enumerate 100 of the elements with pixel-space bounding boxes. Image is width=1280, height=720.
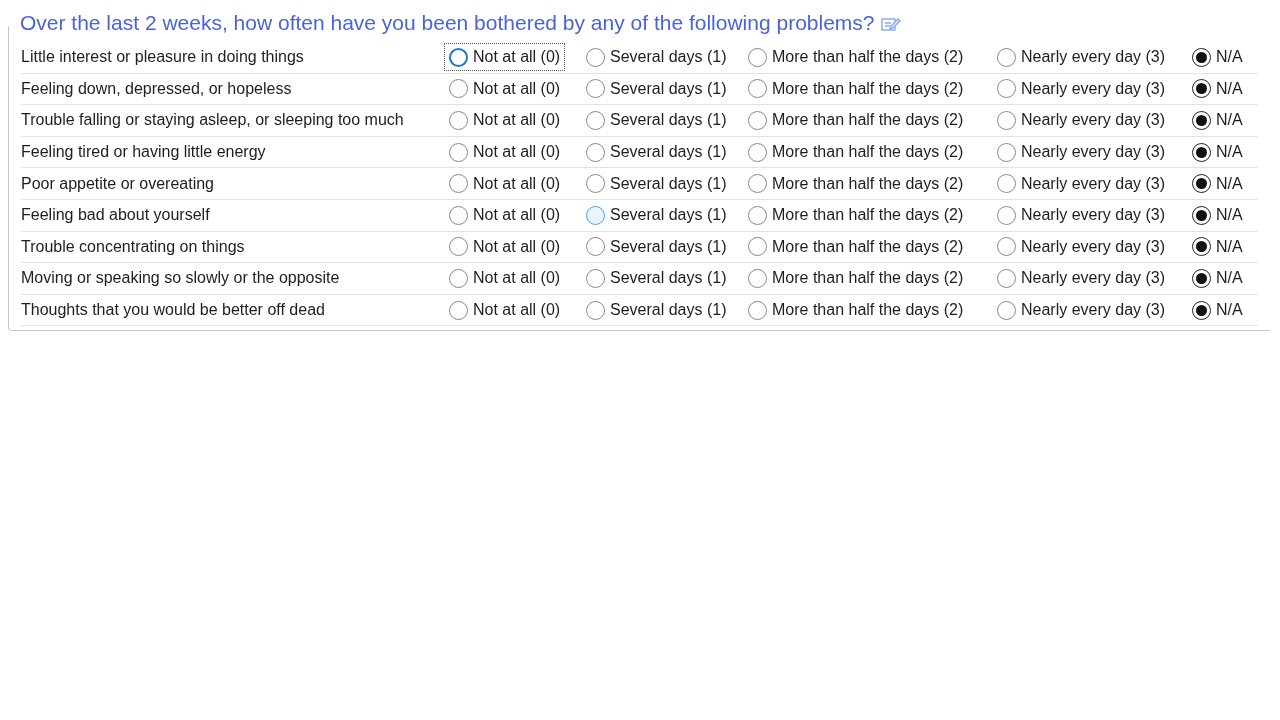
radio-option[interactable]: Nearly every day (3) [993, 107, 1170, 134]
radio-button-icon[interactable] [1192, 79, 1211, 99]
radio-option[interactable]: Nearly every day (3) [993, 44, 1170, 71]
radio-button-icon[interactable] [748, 268, 767, 288]
question-text: Thoughts that you would be better off dead [21, 300, 326, 321]
radio-button-icon[interactable] [586, 47, 605, 67]
question-text: Feeling down, depressed, or hopeless [21, 78, 293, 99]
radio-option[interactable]: Not at all (0) [445, 44, 565, 71]
radio-option[interactable]: Not at all (0) [445, 265, 565, 292]
radio-option[interactable]: N/A [1188, 44, 1247, 71]
radio-button-icon[interactable] [1192, 47, 1211, 67]
radio-option[interactable]: Not at all (0) [445, 75, 565, 102]
radio-button-icon[interactable] [586, 174, 605, 194]
question-text: Feeling bad about yourself [21, 205, 211, 226]
radio-button-icon[interactable] [449, 142, 468, 162]
radio-button-icon[interactable] [748, 142, 767, 162]
radio-option[interactable]: Nearly every day (3) [993, 139, 1170, 166]
question-text: Trouble falling or staying asleep, or sleeping too much [21, 110, 405, 131]
radio-option[interactable]: Several days (1) [582, 297, 731, 324]
question-text: Little interest or pleasure in doing things [21, 47, 305, 68]
radio-button-icon[interactable] [586, 205, 605, 225]
question-text: Trouble concentrating on things [21, 236, 246, 257]
radio-option[interactable]: N/A [1188, 75, 1247, 102]
radio-option[interactable]: Nearly every day (3) [993, 233, 1170, 260]
radio-button-icon[interactable] [997, 174, 1016, 194]
radio-button-icon[interactable] [449, 300, 468, 320]
radio-button-icon[interactable] [748, 47, 767, 67]
radio-option[interactable]: Several days (1) [582, 44, 731, 71]
radio-option[interactable]: More than half the days (2) [744, 202, 968, 229]
radio-option[interactable]: N/A [1188, 265, 1247, 292]
radio-option[interactable]: Not at all (0) [445, 202, 565, 229]
radio-option[interactable]: More than half the days (2) [744, 170, 968, 197]
radio-button-icon[interactable] [997, 142, 1016, 162]
radio-option[interactable]: Several days (1) [582, 233, 731, 260]
radio-option[interactable]: Several days (1) [582, 202, 731, 229]
radio-button-icon[interactable] [997, 47, 1016, 67]
radio-option[interactable]: Not at all (0) [445, 170, 565, 197]
radio-button-icon[interactable] [1192, 174, 1211, 194]
radio-option[interactable]: Not at all (0) [445, 233, 565, 260]
radio-option[interactable]: More than half the days (2) [744, 233, 968, 260]
radio-button-icon[interactable] [449, 174, 468, 194]
radio-button-icon[interactable] [748, 79, 767, 99]
radio-option[interactable]: More than half the days (2) [744, 139, 968, 166]
radio-option[interactable]: N/A [1188, 107, 1247, 134]
radio-option[interactable]: Nearly every day (3) [993, 265, 1170, 292]
radio-option[interactable]: N/A [1188, 233, 1247, 260]
radio-button-icon[interactable] [586, 300, 605, 320]
radio-button-icon[interactable] [449, 79, 468, 99]
radio-button-icon[interactable] [1192, 111, 1211, 130]
radio-button-icon[interactable] [586, 268, 605, 288]
radio-option[interactable]: More than half the days (2) [744, 107, 968, 134]
radio-option[interactable]: N/A [1188, 139, 1247, 166]
radio-option[interactable]: Nearly every day (3) [993, 202, 1170, 229]
radio-button-icon[interactable] [997, 237, 1016, 257]
radio-option[interactable]: Nearly every day (3) [993, 170, 1170, 197]
radio-option[interactable]: Several days (1) [582, 107, 731, 134]
radio-option[interactable]: More than half the days (2) [744, 297, 968, 324]
edit-icon[interactable] [880, 16, 901, 32]
radio-button-icon[interactable] [449, 237, 468, 257]
radio-button-icon[interactable] [1192, 237, 1211, 257]
radio-button-icon[interactable] [586, 142, 605, 162]
radio-button-icon[interactable] [1192, 205, 1211, 225]
radio-button-icon[interactable] [748, 300, 767, 320]
radio-button-icon[interactable] [1192, 268, 1211, 288]
radio-option[interactable]: Not at all (0) [445, 107, 565, 134]
radio-button-icon[interactable] [449, 205, 468, 225]
radio-button-icon[interactable] [1192, 142, 1211, 162]
radio-button-icon[interactable] [997, 300, 1016, 320]
question-title: Over the last 2 weeks, how often have you been bothered by any of the following problems? [20, 10, 875, 36]
radio-option[interactable]: Several days (1) [582, 75, 731, 102]
radio-option[interactable]: N/A [1188, 202, 1247, 229]
radio-button-icon[interactable] [997, 79, 1016, 99]
radio-option[interactable]: Not at all (0) [445, 139, 565, 166]
radio-button-icon[interactable] [586, 111, 605, 130]
radio-button-icon[interactable] [997, 205, 1016, 225]
radio-option[interactable]: Not at all (0) [445, 297, 565, 324]
radio-button-icon[interactable] [748, 205, 767, 225]
radio-button-icon[interactable] [997, 111, 1016, 130]
radio-option[interactable]: More than half the days (2) [744, 265, 968, 292]
radio-option[interactable]: More than half the days (2) [744, 75, 968, 102]
radio-button-icon[interactable] [449, 268, 468, 288]
radio-option[interactable]: Several days (1) [582, 265, 731, 292]
radio-option[interactable]: N/A [1188, 170, 1247, 197]
radio-button-icon[interactable] [1192, 300, 1211, 320]
radio-option[interactable]: More than half the days (2) [744, 44, 968, 71]
radio-option[interactable]: N/A [1188, 297, 1247, 324]
radio-option[interactable]: Several days (1) [582, 170, 731, 197]
radio-option[interactable]: Nearly every day (3) [993, 75, 1170, 102]
radio-option[interactable]: Several days (1) [582, 139, 731, 166]
radio-option[interactable]: Nearly every day (3) [993, 297, 1170, 324]
radio-button-icon[interactable] [449, 47, 468, 67]
radio-button-icon[interactable] [748, 174, 767, 194]
question-text: Poor appetite or overeating [21, 173, 215, 194]
radio-button-icon[interactable] [997, 268, 1016, 288]
radio-button-icon[interactable] [449, 111, 468, 130]
question-text: Moving or speaking so slowly or the opposite [21, 268, 341, 289]
radio-button-icon[interactable] [586, 237, 605, 257]
radio-button-icon[interactable] [586, 79, 605, 99]
radio-button-icon[interactable] [748, 111, 767, 130]
radio-button-icon[interactable] [748, 237, 767, 257]
